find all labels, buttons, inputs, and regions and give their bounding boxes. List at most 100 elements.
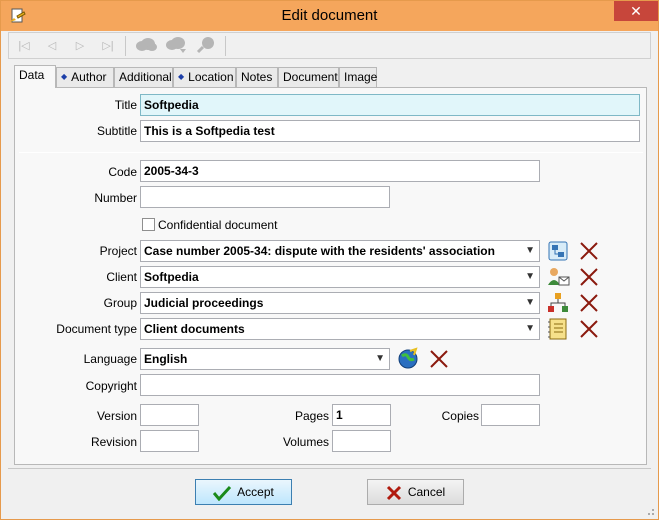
tab-author[interactable]: ◆ Author — [56, 67, 114, 87]
revision-input[interactable] — [140, 430, 199, 452]
pages-input[interactable]: 1 — [332, 404, 391, 426]
lookup-button[interactable] — [133, 36, 159, 56]
project-browse-button[interactable] — [546, 239, 570, 263]
cancel-label: Cancel — [407, 485, 446, 499]
delete-x-icon — [580, 320, 598, 338]
subtitle-label: Subtitle — [96, 124, 137, 138]
magnifier-icon — [196, 37, 214, 54]
tab-notes[interactable]: Notes — [236, 67, 278, 87]
version-label: Version — [96, 409, 137, 423]
tab-image[interactable]: Image — [339, 67, 377, 87]
chevron-down-icon: ▼ — [525, 271, 535, 282]
project-clear-button[interactable] — [578, 240, 600, 262]
first-record-button[interactable]: |◁ — [13, 36, 35, 56]
tab-label: Author — [71, 70, 107, 84]
toolbar-separator — [125, 36, 126, 56]
tab-document[interactable]: Document — [278, 67, 339, 87]
language-value: English — [144, 352, 188, 366]
toolbar-separator — [225, 36, 226, 56]
number-input[interactable] — [140, 186, 390, 208]
section-divider — [19, 152, 643, 153]
delete-x-icon — [580, 242, 598, 260]
client-contact-icon — [548, 268, 570, 286]
code-input[interactable]: 2005-34-3 — [140, 160, 540, 182]
group-browse-button[interactable] — [546, 291, 570, 315]
version-input[interactable] — [140, 404, 199, 426]
next-record-icon: ▷ — [75, 40, 85, 52]
client-clear-button[interactable] — [578, 266, 600, 288]
tab-label: Image — [344, 70, 378, 84]
document-type-browse-button[interactable] — [546, 317, 570, 341]
close-button[interactable]: ✕ — [614, 1, 658, 21]
tab-additional[interactable]: Additional — [114, 67, 173, 87]
tab-data[interactable]: Data — [14, 65, 56, 88]
close-icon: ✕ — [630, 3, 642, 19]
tab-label: Notes — [241, 70, 273, 84]
footer-separator — [8, 468, 651, 469]
revision-label: Revision — [90, 435, 137, 449]
lookup-more-button[interactable] — [163, 36, 189, 56]
group-label: Group — [103, 296, 137, 310]
delete-x-icon — [580, 294, 598, 312]
modified-dot-icon: ◆ — [178, 72, 185, 81]
volumes-label: Volumes — [282, 435, 329, 449]
resize-grip-icon[interactable] — [645, 506, 655, 516]
previous-record-icon: ◁ — [47, 40, 57, 52]
copyright-label: Copyright — [85, 379, 137, 393]
client-value: Softpedia — [144, 270, 199, 284]
client-label: Client — [106, 270, 137, 284]
copies-label: Copies — [441, 409, 479, 423]
globe-icon — [398, 347, 418, 369]
title-input[interactable]: Softpedia — [140, 94, 640, 116]
previous-record-button[interactable]: ◁ — [41, 36, 63, 56]
client-select[interactable]: Softpedia ▼ — [140, 266, 540, 288]
search-button[interactable] — [195, 36, 217, 56]
document-type-select[interactable]: Client documents ▼ — [140, 318, 540, 340]
language-clear-button[interactable] — [428, 348, 450, 370]
language-browse-button[interactable] — [396, 347, 420, 371]
group-hierarchy-icon — [548, 293, 568, 312]
window-title: Edit document — [281, 7, 378, 24]
modified-dot-icon: ◆ — [61, 72, 68, 81]
copyright-input[interactable] — [140, 374, 540, 396]
client-browse-button[interactable] — [546, 265, 570, 289]
title-bar: Edit document ✕ — [1, 1, 658, 31]
last-record-icon: ▷| — [102, 40, 114, 52]
chevron-down-icon: ▼ — [525, 297, 535, 308]
delete-x-icon — [580, 268, 598, 286]
project-select[interactable]: Case number 2005-34: dispute with the re… — [140, 240, 540, 262]
copies-input[interactable] — [481, 404, 540, 426]
chevron-down-icon: ▼ — [525, 245, 535, 256]
code-label: Code — [108, 165, 137, 179]
confidential-checkbox[interactable] — [142, 218, 155, 231]
tab-label: Additional — [119, 70, 172, 84]
toolbar: |◁ ◁ ▷ ▷| — [8, 32, 651, 59]
cloud-icon — [136, 38, 157, 51]
next-record-button[interactable]: ▷ — [69, 36, 91, 56]
accept-button[interactable]: Accept — [195, 479, 292, 505]
number-label: Number — [94, 191, 137, 205]
confidential-label: Confidential document — [158, 218, 278, 232]
language-select[interactable]: English ▼ — [140, 348, 390, 370]
last-record-button[interactable]: ▷| — [97, 36, 119, 56]
project-tree-icon — [548, 241, 568, 261]
cancel-button[interactable]: Cancel — [367, 479, 464, 505]
tab-label: Data — [19, 68, 45, 82]
cloud-plus-icon — [166, 37, 186, 53]
volumes-input[interactable] — [332, 430, 391, 452]
pages-label: Pages — [294, 409, 329, 423]
cancel-x-icon — [386, 485, 401, 500]
language-label: Language — [83, 352, 137, 366]
tab-location[interactable]: ◆ Location — [173, 67, 236, 87]
group-select[interactable]: Judicial proceedings ▼ — [140, 292, 540, 314]
group-clear-button[interactable] — [578, 292, 600, 314]
chevron-down-icon: ▼ — [525, 323, 535, 334]
chevron-down-icon: ▼ — [375, 353, 385, 364]
accept-label: Accept — [237, 485, 274, 499]
document-type-value: Client documents — [144, 322, 245, 336]
tab-label: Location — [188, 70, 234, 84]
checkmark-icon — [213, 485, 232, 501]
document-type-clear-button[interactable] — [578, 318, 600, 340]
subtitle-input[interactable]: This is a Softpedia test — [140, 120, 640, 142]
title-label: Title — [114, 98, 137, 112]
